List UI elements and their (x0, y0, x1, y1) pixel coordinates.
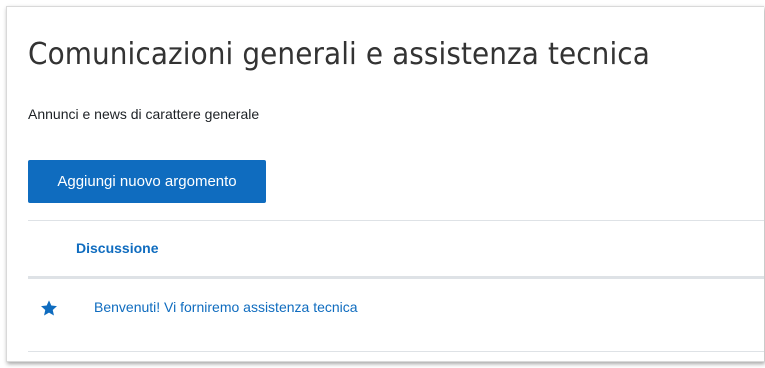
discussion-table: Discussione Benvenuti! Vi forniremo assi… (28, 220, 764, 352)
forum-description: Annunci e news di carattere generale (28, 106, 260, 122)
star-icon[interactable] (40, 299, 58, 317)
table-row: Benvenuti! Vi forniremo assistenza tecni… (28, 279, 764, 352)
add-topic-button[interactable]: Aggiungi nuovo argomento (28, 160, 266, 203)
page-title: Comunicazioni generali e assistenza tecn… (28, 37, 650, 72)
table-header: Discussione (28, 220, 764, 279)
column-header-discussion[interactable]: Discussione (76, 240, 158, 256)
forum-panel: Comunicazioni generali e assistenza tecn… (6, 6, 764, 362)
discussion-link[interactable]: Benvenuti! Vi forniremo assistenza tecni… (94, 299, 358, 315)
